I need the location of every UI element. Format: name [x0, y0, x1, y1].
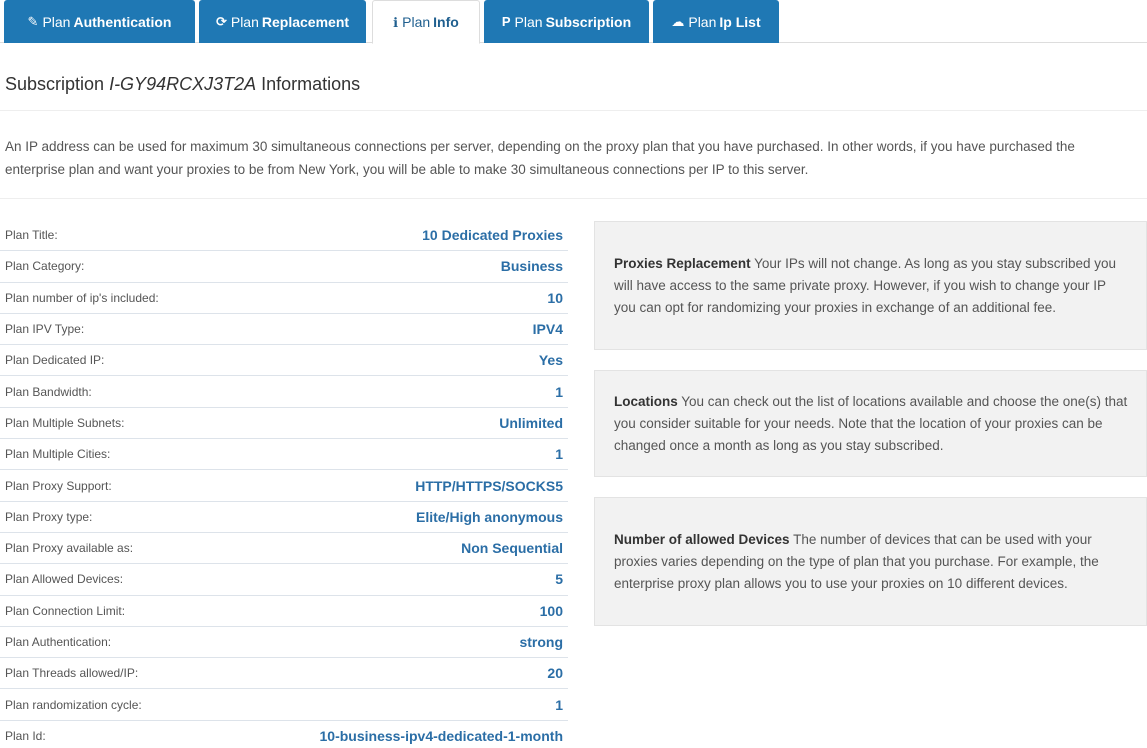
tab-label: Info — [433, 14, 459, 30]
tab-plan-info[interactable]: ℹ Plan Info — [372, 0, 480, 44]
tab-label-prefix: Plan — [42, 13, 71, 30]
divider — [0, 198, 1147, 199]
info-icon: ℹ — [393, 14, 399, 30]
info-box-allowed-devices: Number of allowed Devices The number of … — [594, 497, 1147, 626]
plan-tabs: ✎ Plan Authentication ⟳ Plan Replacement… — [0, 0, 1147, 44]
table-row: Plan randomization cycle: 1 — [0, 689, 568, 721]
row-value: 100 — [539, 602, 563, 619]
table-row: Plan Authentication: strong — [0, 627, 568, 659]
row-label: Plan Allowed Devices: — [5, 572, 124, 587]
row-label: Plan Multiple Cities: — [5, 447, 111, 462]
info-box-text: Proxies Replacement Your IPs will not ch… — [614, 253, 1128, 319]
row-label: Plan Id: — [5, 728, 46, 743]
wrench-icon: ✎ — [27, 14, 39, 29]
row-value: 10 — [547, 289, 563, 306]
tab-label: Authentication — [73, 13, 172, 30]
row-label: Plan number of ip's included: — [5, 290, 159, 305]
refresh-icon: ⟳ — [215, 14, 227, 29]
table-row: Plan Threads allowed/IP: 20 — [0, 658, 568, 690]
row-label: Plan Multiple Subnets: — [5, 415, 125, 430]
cloud-upload-icon: ☁ — [671, 14, 685, 29]
info-box-locations: Locations You can check out the list of … — [594, 370, 1147, 477]
table-row: Plan Proxy type: Elite/High anonymous — [0, 502, 568, 533]
row-value: Elite/High anonymous — [415, 508, 563, 525]
row-label: Plan randomization cycle: — [5, 697, 142, 712]
row-value: 1 — [555, 696, 563, 713]
table-row: Plan Category: Business — [0, 251, 568, 283]
row-value: strong — [519, 634, 563, 650]
tab-label: Ip List — [719, 13, 761, 30]
table-row: Plan Allowed Devices: 5 — [0, 564, 568, 596]
row-value: HTTP/HTTPS/SOCKS5 — [415, 477, 563, 494]
table-row: Plan number of ip's included: 10 — [0, 283, 568, 314]
row-label: Plan Category: — [5, 259, 85, 274]
row-value: 1 — [555, 383, 563, 400]
tab-label-prefix: Plan — [688, 13, 717, 30]
tab-plan-replacement[interactable]: ⟳ Plan Replacement — [199, 0, 366, 43]
table-row: Plan Bandwidth: 1 — [0, 376, 568, 408]
row-label: Plan Proxy type: — [5, 509, 93, 524]
table-row: Plan Title: 10 Dedicated Proxies — [0, 220, 568, 252]
tab-label: Subscription — [545, 13, 632, 30]
paypal-icon: P — [501, 14, 511, 29]
tab-plan-ip-list[interactable]: ☁ Plan Ip List — [653, 0, 779, 43]
tab-plan-subscription[interactable]: P Plan Subscription — [484, 0, 649, 43]
row-value: 10-business-ipv4-dedicated-1-month — [319, 727, 564, 744]
info-box-proxies-replacement: Proxies Replacement Your IPs will not ch… — [594, 221, 1147, 350]
row-value: Business — [500, 258, 563, 275]
row-label: Plan Authentication: — [5, 635, 112, 649]
table-row: Plan Proxy available as: Non Sequential — [0, 533, 568, 565]
table-row: Plan Multiple Cities: 1 — [0, 439, 568, 471]
table-row: Plan Connection Limit: 100 — [0, 596, 568, 627]
row-value: Unlimited — [499, 414, 563, 431]
divider — [0, 110, 1147, 111]
row-label: Plan Title: — [5, 228, 58, 243]
tab-label-prefix: Plan — [402, 14, 431, 30]
title-suffix: Informations — [256, 74, 361, 94]
row-value: 20 — [547, 665, 563, 682]
table-row: Plan IPV Type: IPV4 — [0, 314, 568, 346]
subscription-id: I-GY94RCXJ3T2A — [109, 74, 257, 94]
row-value: 5 — [555, 571, 563, 588]
row-label: Plan Dedicated IP: — [5, 353, 105, 368]
table-row: Plan Proxy Support: HTTP/HTTPS/SOCKS5 — [0, 470, 568, 502]
info-box-heading: Number of allowed Devices — [614, 531, 790, 547]
row-value: Yes — [538, 352, 563, 369]
info-box-text: Number of allowed Devices The number of … — [614, 529, 1128, 595]
page-title: Subscription I-GY94RCXJ3T2A Informations — [5, 74, 360, 95]
table-row: Plan Multiple Subnets: Unlimited — [0, 408, 568, 440]
tab-label-prefix: Plan — [514, 13, 543, 30]
table-row: Plan Id: 10-business-ipv4-dedicated-1-mon… — [0, 721, 568, 748]
row-label: Plan Proxy Support: — [5, 478, 112, 493]
tab-label: Replacement — [261, 13, 350, 30]
row-value: 1 — [555, 446, 563, 463]
row-label: Plan Bandwidth: — [5, 384, 92, 399]
plan-details-table: Plan Title: 10 Dedicated Proxies Plan Cate… — [0, 220, 568, 748]
row-label: Plan IPV Type: — [5, 322, 85, 337]
description-text: An IP address can be used for maximum 30… — [5, 139, 1075, 177]
info-box-heading: Proxies Replacement — [614, 255, 751, 271]
tab-plan-authentication[interactable]: ✎ Plan Authentication — [4, 0, 195, 43]
row-value: IPV4 — [532, 321, 563, 338]
row-label: Plan Proxy available as: — [5, 541, 134, 556]
row-value: 10 Dedicated Proxies — [422, 227, 563, 244]
info-box-text: Locations You can check out the list of … — [614, 391, 1128, 457]
info-box-body: You can check out the list of locations … — [614, 393, 1128, 453]
info-box-heading: Locations — [614, 393, 678, 409]
table-row: Plan Dedicated IP: Yes — [0, 345, 568, 377]
row-label: Plan Threads allowed/IP: — [5, 666, 139, 681]
row-value: Non Sequential — [461, 540, 563, 557]
tab-label-prefix: Plan — [230, 13, 259, 30]
title-prefix: Subscription — [5, 74, 110, 94]
row-label: Plan Connection Limit: — [5, 603, 126, 618]
